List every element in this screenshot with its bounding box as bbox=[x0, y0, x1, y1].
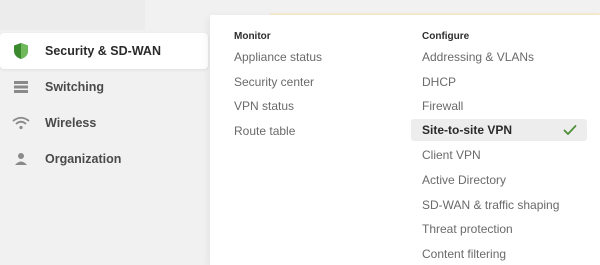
menu-link-active-directory[interactable]: Active Directory bbox=[422, 173, 506, 187]
sidebar-item-organization[interactable]: Organization bbox=[0, 141, 208, 177]
monitor-heading: Monitor bbox=[234, 31, 271, 42]
menu-link-vpn-status[interactable]: VPN status bbox=[234, 99, 294, 113]
configure-heading: Configure bbox=[422, 31, 470, 42]
menu-link-content-filtering[interactable]: Content filtering bbox=[422, 247, 506, 261]
menu-link-firewall[interactable]: Firewall bbox=[422, 99, 463, 113]
shield-icon bbox=[12, 42, 30, 60]
menu-link-security-center[interactable]: Security center bbox=[234, 75, 314, 89]
menu-link-site-to-site-vpn[interactable]: Site-to-site VPN bbox=[411, 119, 587, 141]
menu-link-client-vpn[interactable]: Client VPN bbox=[422, 148, 481, 162]
sidebar-item-security-sd-wan[interactable]: Security & SD-WAN bbox=[0, 33, 208, 69]
sidebar-nav: Security & SD-WAN Switching Wireless Org… bbox=[0, 30, 210, 265]
sidebar-item-label: Wireless bbox=[45, 116, 97, 130]
check-icon bbox=[563, 123, 577, 141]
organization-icon bbox=[12, 150, 30, 168]
menu-link-dhcp[interactable]: DHCP bbox=[422, 75, 456, 89]
mega-menu-panel: Monitor Appliance status Security center… bbox=[210, 15, 600, 265]
top-strip bbox=[0, 0, 145, 30]
sidebar-item-label: Switching bbox=[45, 80, 105, 94]
menu-link-sd-wan-traffic-shaping[interactable]: SD-WAN & traffic shaping bbox=[422, 198, 559, 212]
menu-link-addressing-vlans[interactable]: Addressing & VLANs bbox=[422, 50, 534, 64]
menu-link-route-table[interactable]: Route table bbox=[234, 124, 295, 138]
menu-link-threat-protection[interactable]: Threat protection bbox=[422, 222, 513, 236]
sidebar-item-label: Security & SD-WAN bbox=[45, 44, 161, 58]
wifi-icon bbox=[12, 114, 30, 132]
selected-link-label: Site-to-site VPN bbox=[422, 123, 513, 137]
sidebar-item-label: Organization bbox=[45, 152, 122, 166]
switch-icon bbox=[12, 78, 30, 96]
sidebar-item-wireless[interactable]: Wireless bbox=[0, 105, 208, 141]
sidebar-item-switching[interactable]: Switching bbox=[0, 69, 208, 105]
menu-link-appliance-status[interactable]: Appliance status bbox=[234, 50, 322, 64]
